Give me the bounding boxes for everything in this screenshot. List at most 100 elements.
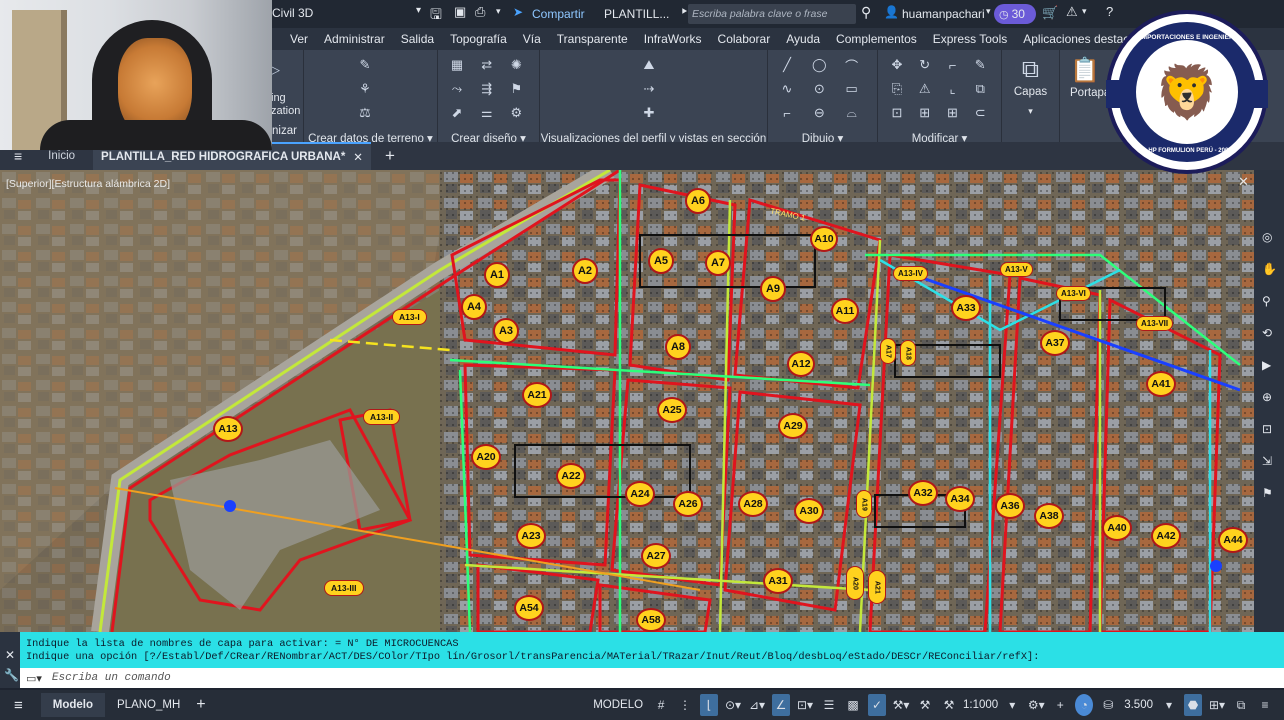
dropdown-chevron-icon[interactable]: ▾ — [416, 5, 421, 16]
tab-colaborar[interactable]: Colaborar — [710, 32, 779, 46]
copy-icon[interactable]: ⎘ — [886, 79, 908, 99]
elevation-chevron-icon[interactable]: ▾ — [1160, 694, 1178, 716]
search-icon[interactable]: ⚲ — [861, 4, 871, 21]
pan-icon[interactable]: ✋ — [1262, 262, 1277, 276]
layers-icon[interactable]: ⧉ — [1022, 56, 1039, 84]
share-button[interactable]: Compartir — [532, 7, 585, 21]
assembly-icon[interactable]: ✺ — [505, 55, 527, 75]
connect-icon[interactable]: ⚠ — [1066, 4, 1078, 20]
add-layout-icon[interactable]: + — [196, 696, 205, 714]
grid-icon[interactable]: # — [652, 694, 670, 716]
offset-icon[interactable]: ⊂ — [969, 103, 991, 123]
tab-ayuda[interactable]: Ayuda — [778, 32, 828, 46]
corridor-icon[interactable]: ⬈ — [446, 103, 468, 123]
arc-icon[interactable]: ⌒ — [841, 55, 863, 75]
object-snap-icon[interactable]: ⊡▾ — [796, 694, 814, 716]
selection-cycling-icon[interactable]: ✓ — [868, 694, 887, 716]
elevation-value[interactable]: 3.500 — [1124, 699, 1153, 711]
nav-tool-icon[interactable]: ⇲ — [1262, 454, 1272, 468]
erase-icon[interactable]: ✎ — [969, 55, 991, 75]
share-icon[interactable]: ➤ — [513, 5, 523, 19]
chevron-down-icon[interactable]: ▾ — [496, 6, 501, 17]
drawing-viewport[interactable]: [Superior][Estructura alámbrica 2D] A1 A… — [0, 170, 1284, 632]
tab-plano-mh[interactable]: PLANO_MH — [117, 699, 180, 711]
profile-view-icon[interactable]: ⛰ — [638, 55, 660, 75]
alignment-icon[interactable]: ⤳ — [446, 79, 468, 99]
fillet-icon[interactable]: ⌞ — [942, 79, 964, 99]
trial-badge[interactable]: ◷ 30 — [994, 4, 1036, 24]
isolate-icon[interactable]: ◔ — [1075, 694, 1094, 716]
trim-icon[interactable]: ⌐ — [942, 55, 964, 75]
move-icon[interactable]: ✥ — [886, 55, 908, 75]
fullscreen-icon[interactable]: ⧉ — [1232, 694, 1250, 716]
search-box[interactable]: Escriba palabra clave o frase — [688, 4, 856, 24]
line-icon[interactable]: ╱ — [776, 55, 798, 75]
tab-modelo[interactable]: Modelo — [40, 693, 106, 717]
polar-icon[interactable]: ⊙▾ — [724, 694, 742, 716]
rectangle-icon[interactable]: ▭ — [841, 79, 863, 99]
pressure-network-icon[interactable]: ⚙ — [505, 103, 527, 123]
clipboard-icon[interactable]: 📋 — [1070, 56, 1100, 85]
save-as-icon[interactable]: ▣ — [454, 4, 466, 20]
command-input[interactable]: ▭▾ Escriba un comando — [20, 668, 1284, 688]
scale-icon[interactable]: ⊞ — [914, 103, 936, 123]
intersection-icon[interactable]: ⚌ — [476, 103, 498, 123]
tab-administrar[interactable]: Administrar — [316, 32, 393, 46]
model-space-button[interactable]: MODELO — [593, 699, 643, 711]
nav-tool-icon[interactable]: ⊡ — [1262, 422, 1272, 436]
tab-inicio[interactable]: Inicio — [48, 150, 75, 162]
spline-icon[interactable]: ∿ — [776, 79, 798, 99]
capas-chevron-icon[interactable]: ▾ — [1028, 106, 1033, 117]
tab-complementos[interactable]: Complementos — [828, 32, 925, 46]
rotate-icon[interactable]: ↻ — [914, 55, 936, 75]
parcel-icon[interactable]: ▦ — [446, 55, 468, 75]
explode-icon[interactable]: ⧉ — [969, 79, 991, 99]
plus-icon[interactable]: + — [1051, 694, 1069, 716]
menu-icon[interactable]: ≡ — [14, 148, 22, 164]
annotation-visibility-icon[interactable]: ⚒ — [916, 694, 934, 716]
stretch-icon[interactable]: ⊡ — [886, 103, 908, 123]
scale-chevron-icon[interactable]: ▾ — [1003, 694, 1021, 716]
points-icon[interactable]: ⚘ — [354, 79, 376, 99]
boundary-icon[interactable]: ⌓ — [841, 103, 863, 123]
user-icon[interactable]: 👤 — [884, 5, 899, 19]
circle-icon[interactable]: ◯ — [808, 55, 830, 75]
sample-lines-icon[interactable]: ✚ — [638, 103, 660, 123]
tab-transparente[interactable]: Transparente — [549, 32, 636, 46]
layout-menu-icon[interactable]: ≡ — [14, 697, 23, 714]
save-icon[interactable]: 🖫 — [430, 4, 442, 28]
snap-icon[interactable]: ⋮ — [676, 694, 694, 716]
transparency-icon[interactable]: ▩ — [844, 694, 862, 716]
lineweight-icon[interactable]: ☰ — [820, 694, 838, 716]
tab-topografia[interactable]: Topografía — [442, 32, 515, 46]
annotation-icon[interactable]: ⚒▾ — [892, 694, 910, 716]
hatch-icon[interactable]: ⊙ — [808, 79, 830, 99]
tab-salida[interactable]: Salida — [393, 32, 442, 46]
ellipse-icon[interactable]: ⊖ — [808, 103, 830, 123]
pipe-network-icon[interactable]: ⇶ — [476, 79, 498, 99]
new-tab-icon[interactable]: + — [385, 146, 395, 166]
customize-icon[interactable]: 🔧 — [4, 668, 19, 682]
clean-screen-icon[interactable]: ⬣ — [1184, 694, 1202, 716]
customization-icon[interactable]: ≡ — [1256, 694, 1274, 716]
annotation-scale-icon[interactable]: ⚒ — [940, 694, 958, 716]
tab-infraworks[interactable]: InfraWorks — [636, 32, 710, 46]
section-view-icon[interactable]: ⇢ — [638, 79, 660, 99]
grading-icon[interactable]: ⚖ — [354, 103, 376, 123]
tab-via[interactable]: Vía — [515, 32, 549, 46]
mirror-icon[interactable]: ⚠ — [914, 79, 936, 99]
user-name[interactable]: huamanpachari — [902, 7, 985, 21]
help-icon[interactable]: ? — [1106, 4, 1113, 19]
showmotion-icon[interactable]: ▶ — [1262, 358, 1271, 372]
gear-icon[interactable]: ⚙▾ — [1027, 694, 1045, 716]
close-tab-icon[interactable]: ✕ — [353, 150, 363, 164]
panel-title-partial[interactable]: nizar — [272, 125, 297, 137]
annotation-scale-value[interactable]: 1:1000 — [963, 699, 998, 711]
ortho-icon[interactable]: ⌊ — [700, 694, 719, 716]
capas-button[interactable]: Capas — [1014, 86, 1047, 98]
nav-tool-icon[interactable]: ⊕ — [1262, 390, 1272, 404]
surface-icon[interactable]: ✎ — [354, 55, 376, 75]
feature-line-icon[interactable]: ⇄ — [476, 55, 498, 75]
connect-chevron-icon[interactable]: ▾ — [1082, 6, 1087, 17]
polyline-icon[interactable]: ⌐ — [776, 103, 798, 123]
